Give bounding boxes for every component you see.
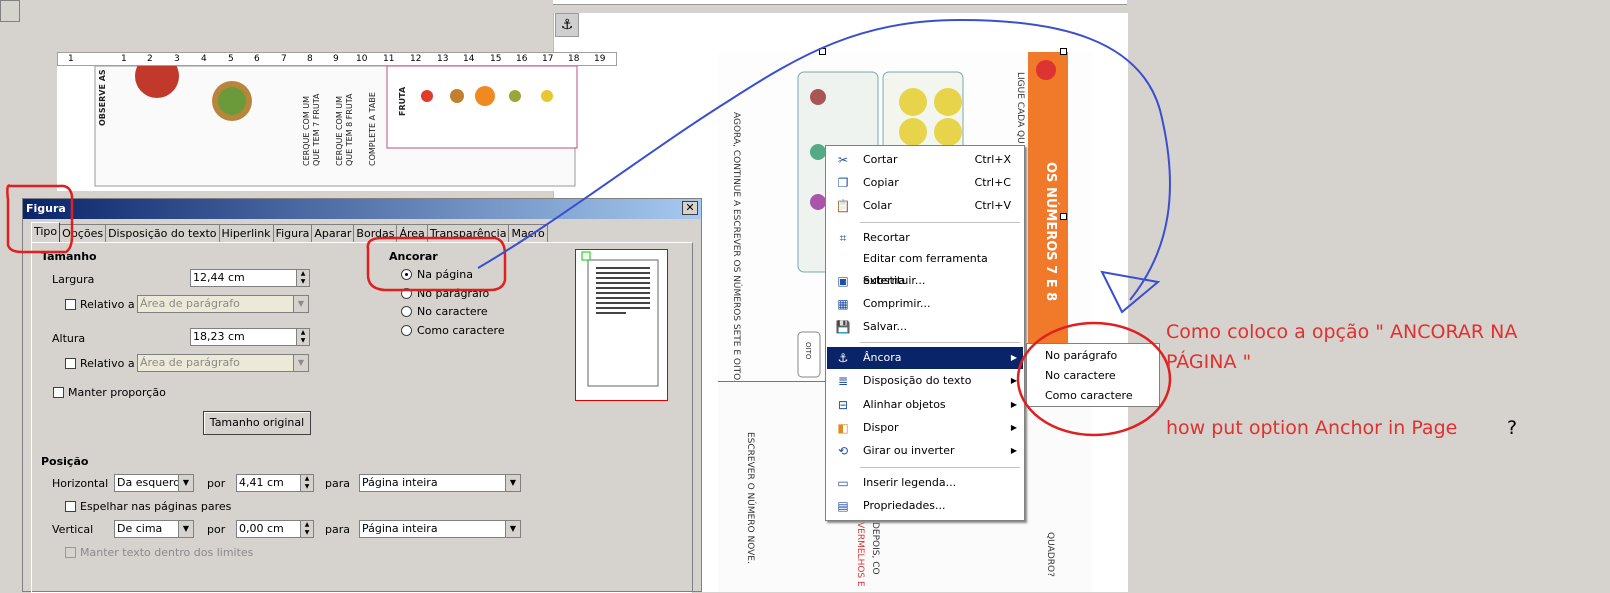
annotation-question-mark: ? [1507, 417, 1518, 439]
highlight-circle-figura [6, 184, 74, 254]
annotation-question-pt-line2: PÁGINA " [1166, 351, 1252, 373]
highlight-circle-submenu [1016, 321, 1172, 437]
annotation-overlay [6, 18, 1172, 437]
annotation-question-en: how put option Anchor in Page [1166, 417, 1458, 439]
arrowhead-icon [1100, 270, 1161, 314]
hand-drawn-arrow [477, 18, 1171, 301]
annotation-question-pt-line1: Como coloco a opção " ANCORAR NA [1166, 321, 1518, 343]
